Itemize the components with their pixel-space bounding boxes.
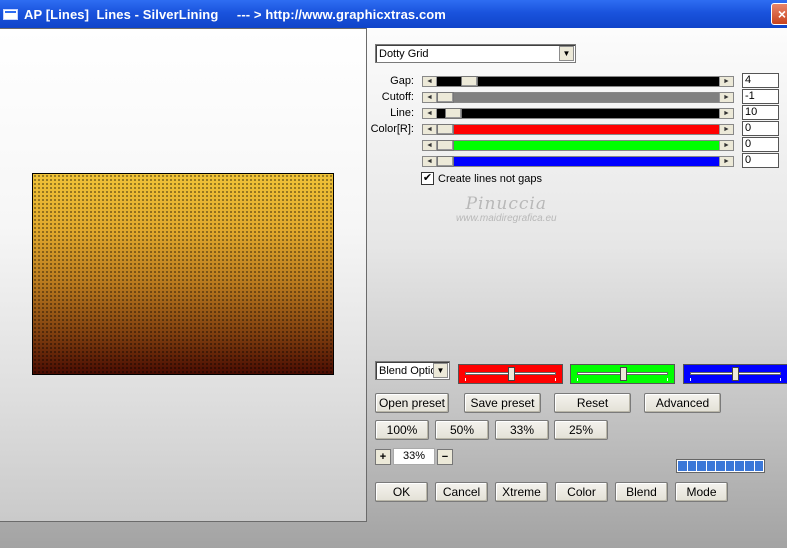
slider-right-arrow-icon[interactable]: ► [719,77,733,86]
color-green-slider[interactable]: ◄ ► [422,140,734,151]
watermark-name: Pinuccia [465,194,547,214]
line-label: Line: [390,107,414,119]
slider-track[interactable] [437,124,719,135]
color-red-slider[interactable]: ◄ ► [422,124,734,135]
slider-left-arrow-icon[interactable]: ◄ [423,109,437,118]
progress-segment [725,461,735,471]
slider-left-arrow-icon[interactable]: ◄ [423,93,437,102]
progress-segment [716,461,725,471]
red-blend-slider[interactable] [458,364,563,384]
blend-options-select[interactable]: Blend Optio ▼ [375,361,450,380]
color-blue-slider[interactable]: ◄ ► [422,156,734,167]
slider-right-arrow-icon[interactable]: ► [719,157,733,166]
zoom-100-button[interactable]: 100% [375,420,429,440]
progress-segment [687,461,697,471]
create-lines-checkbox[interactable]: ✔ [421,172,434,185]
progress-segment [678,461,687,471]
mode-button[interactable]: Mode [675,482,728,502]
blend-options-value: Blend Optio [379,364,433,377]
gap-value-field[interactable]: 4 [742,73,779,88]
progress-segment [754,461,764,471]
color-button[interactable]: Color [555,482,608,502]
xtreme-button[interactable]: Xtreme [495,482,548,502]
cutoff-label: Cutoff: [381,91,414,103]
reset-button[interactable]: Reset [554,393,631,413]
slider-left-arrow-icon[interactable]: ◄ [423,77,437,86]
slider-knob[interactable] [508,367,515,381]
progress-segment [697,461,706,471]
save-preset-button[interactable]: Save preset [464,393,541,413]
preset-select[interactable]: Dotty Grid ▼ [375,44,576,63]
chevron-down-icon[interactable]: ▼ [559,46,574,61]
preview-image [32,173,334,375]
ok-button[interactable]: OK [375,482,428,502]
color-green-value-field[interactable]: 0 [742,137,779,152]
zoom-50-button[interactable]: 50% [435,420,489,440]
close-icon: × [777,6,787,22]
create-lines-checkbox-row[interactable]: ✔ Create lines not gaps [421,172,542,185]
open-preset-button[interactable]: Open preset [375,393,449,413]
progress-indicator [676,459,765,473]
color-red-value-field[interactable]: 0 [742,121,779,136]
slider-track[interactable] [437,92,719,103]
advanced-button[interactable]: Advanced [644,393,721,413]
slider-track[interactable] [437,156,719,167]
app-window-icon [3,8,18,20]
blend-button[interactable]: Blend [615,482,668,502]
create-lines-label: Create lines not gaps [438,172,542,185]
preview-panel [0,28,367,522]
slider-track[interactable] [437,76,719,87]
zoom-33-button[interactable]: 33% [495,420,549,440]
line-slider[interactable]: ◄ ► [422,108,734,119]
slider-lead [437,77,461,86]
slider-thumb[interactable] [437,156,454,167]
slider-knob[interactable] [620,367,627,381]
cancel-button[interactable]: Cancel [435,482,488,502]
slider-track[interactable] [437,140,719,151]
slider-right-arrow-icon[interactable]: ► [719,141,733,150]
gap-slider[interactable]: ◄ ► [422,76,734,87]
slider-thumb[interactable] [461,76,478,87]
zoom-out-button[interactable]: − [437,448,453,465]
slider-knob[interactable] [732,367,739,381]
gap-label: Gap: [390,75,414,87]
title-bar: AP [Lines] Lines - SilverLining --- > ht… [0,0,787,28]
green-blend-slider[interactable] [570,364,675,384]
watermark-url: www.maidiregrafica.eu [456,213,557,224]
slider-thumb[interactable] [437,92,454,103]
slider-thumb[interactable] [437,140,454,151]
slider-left-arrow-icon[interactable]: ◄ [423,157,437,166]
progress-segment [744,461,754,471]
line-value-field[interactable]: 10 [742,105,779,120]
zoom-25-button[interactable]: 25% [554,420,608,440]
blue-blend-slider[interactable] [683,364,787,384]
zoom-value-field[interactable]: 33% [393,448,435,465]
slider-lead [437,109,445,118]
progress-segment [706,461,716,471]
slider-right-arrow-icon[interactable]: ► [719,93,733,102]
zoom-stepper: + 33% − [375,448,453,465]
slider-right-arrow-icon[interactable]: ► [719,109,733,118]
progress-segment [735,461,744,471]
zoom-in-button[interactable]: + [375,448,391,465]
cutoff-value-field[interactable]: -1 [742,89,779,104]
slider-thumb[interactable] [437,124,454,135]
slider-left-arrow-icon[interactable]: ◄ [423,141,437,150]
close-button[interactable]: × [771,3,787,25]
slider-thumb[interactable] [445,108,462,119]
cutoff-slider[interactable]: ◄ ► [422,92,734,103]
slider-track[interactable] [437,108,719,119]
color-r-label: Color[R]: [370,123,414,135]
preset-select-value: Dotty Grid [379,47,429,60]
watermark: Pinuccia www.maidiregrafica.eu [456,194,557,224]
color-blue-value-field[interactable]: 0 [742,153,779,168]
slider-left-arrow-icon[interactable]: ◄ [423,125,437,134]
chevron-down-icon[interactable]: ▼ [433,363,448,378]
slider-right-arrow-icon[interactable]: ► [719,125,733,134]
window-title: AP [Lines] Lines - SilverLining --- > ht… [24,6,446,22]
